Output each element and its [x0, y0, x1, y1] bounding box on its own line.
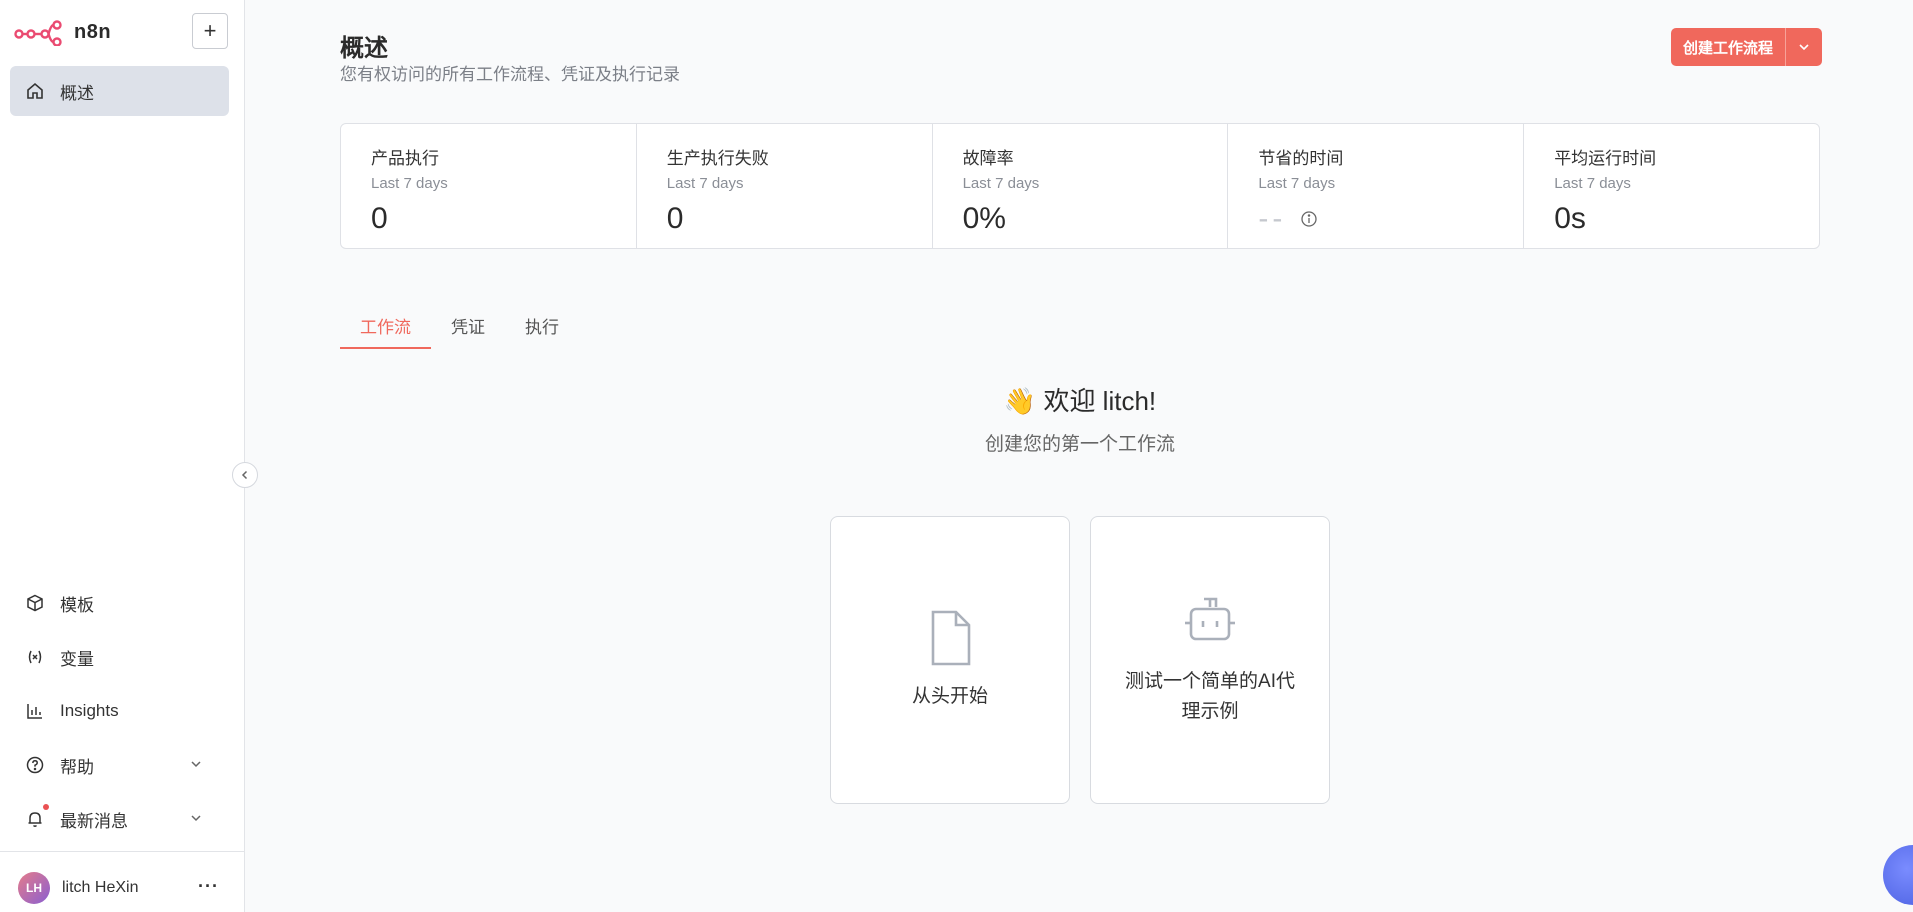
sidebar-item-label: 变量	[60, 649, 94, 669]
welcome-title: 👋 欢迎 litch!	[1003, 386, 1157, 416]
notification-dot	[43, 804, 49, 810]
stat-time-saved[interactable]: 节省的时间 Last 7 days --	[1228, 124, 1525, 248]
stat-value-wrapper: --	[1258, 202, 1493, 236]
stat-failure-rate[interactable]: 故障率 Last 7 days 0%	[933, 124, 1229, 248]
create-dropdown-button[interactable]	[1785, 28, 1822, 66]
sidebar: n8n + 概述 模板 变量 Insights 帮助 最新消息 LH litch…	[0, 0, 245, 912]
sidebar-item-label: 最新消息	[60, 811, 128, 831]
help-icon	[24, 754, 46, 776]
tab-workflows[interactable]: 工作流	[340, 313, 431, 349]
stat-label: 生产执行失败	[666, 149, 769, 168]
stat-period: Last 7 days	[1258, 175, 1336, 192]
stat-value: 0	[666, 202, 684, 235]
brand-name: n8n	[74, 20, 112, 43]
create-workflow-button-group: 创建工作流程	[1671, 28, 1823, 66]
tabs: 工作流 凭证 执行	[340, 313, 579, 349]
user-profile[interactable]: LH litch HeXin	[18, 872, 138, 904]
stat-period: Last 7 days	[1554, 175, 1631, 192]
chart-icon	[24, 700, 46, 722]
create-workflow-button[interactable]: 创建工作流程	[1671, 28, 1785, 66]
stat-value: 0s	[1554, 202, 1586, 235]
chevron-left-icon	[241, 470, 248, 480]
stats-panel: 产品执行 Last 7 days 0 生产执行失败 Last 7 days 0 …	[340, 123, 1820, 249]
file-icon	[931, 610, 971, 666]
ai-agent-example-card[interactable]: 测试一个简单的AI代理示例	[1090, 516, 1330, 804]
tab-credentials[interactable]: 凭证	[431, 313, 505, 349]
stat-failed-executions[interactable]: 生产执行失败 Last 7 days 0	[637, 124, 933, 248]
stat-value: 0	[371, 202, 388, 235]
avatar: LH	[18, 872, 50, 904]
user-name: litch HeXin	[62, 879, 139, 896]
stat-period: Last 7 days	[666, 175, 744, 192]
stat-period: Last 7 days	[962, 175, 1040, 192]
collapse-sidebar-button[interactable]	[232, 462, 258, 488]
start-from-scratch-card[interactable]: 从头开始	[830, 516, 1070, 804]
sidebar-item-overview[interactable]: 概述	[10, 66, 229, 116]
brand[interactable]: n8n	[14, 18, 111, 46]
chevron-down-icon	[1799, 44, 1809, 51]
assistant-launcher-button[interactable]	[1883, 845, 1913, 905]
stat-value: --	[1258, 202, 1287, 235]
stat-period: Last 7 days	[371, 175, 448, 192]
sidebar-item-label: 帮助	[60, 757, 94, 777]
variable-icon	[24, 646, 46, 668]
chevron-down-icon	[191, 815, 201, 822]
box-icon	[24, 592, 46, 614]
stat-label: 节省的时间	[1258, 149, 1344, 168]
home-icon	[24, 80, 46, 102]
sidebar-item-label: 概述	[60, 83, 94, 103]
welcome-subtitle: 创建您的第一个工作流	[984, 434, 1175, 455]
sidebar-divider	[0, 851, 245, 852]
stat-label: 故障率	[962, 149, 1014, 168]
sidebar-item-insights[interactable]: Insights	[10, 686, 229, 736]
user-menu-button[interactable]: ···	[198, 876, 219, 897]
card-label: 从头开始	[911, 686, 988, 707]
sidebar-item-variables[interactable]: 变量	[10, 632, 229, 682]
tab-executions[interactable]: 执行	[505, 313, 579, 349]
page-subtitle: 您有权访问的所有工作流程、凭证及执行记录	[340, 65, 680, 84]
sidebar-item-help[interactable]: 帮助	[10, 740, 229, 790]
chevron-down-icon	[191, 761, 201, 768]
stat-prod-executions[interactable]: 产品执行 Last 7 days 0	[341, 124, 637, 248]
stat-value: 0%	[962, 202, 1006, 235]
page-title: 概述	[340, 35, 388, 62]
stat-avg-runtime[interactable]: 平均运行时间 Last 7 days 0s	[1524, 124, 1819, 248]
stat-label: 产品执行	[371, 149, 439, 168]
robot-icon	[1185, 597, 1235, 641]
sidebar-item-label: Insights	[60, 701, 119, 720]
card-label: 测试一个简单的AI代理示例	[1125, 671, 1295, 722]
bell-icon	[24, 808, 46, 830]
add-button[interactable]: +	[192, 13, 228, 49]
info-icon[interactable]	[1300, 210, 1318, 228]
sidebar-item-templates[interactable]: 模板	[10, 578, 229, 628]
sidebar-item-label: 模板	[60, 595, 94, 615]
sidebar-item-whats-new[interactable]: 最新消息	[10, 794, 229, 844]
n8n-logo-icon	[14, 20, 62, 46]
stat-label: 平均运行时间	[1554, 149, 1657, 168]
